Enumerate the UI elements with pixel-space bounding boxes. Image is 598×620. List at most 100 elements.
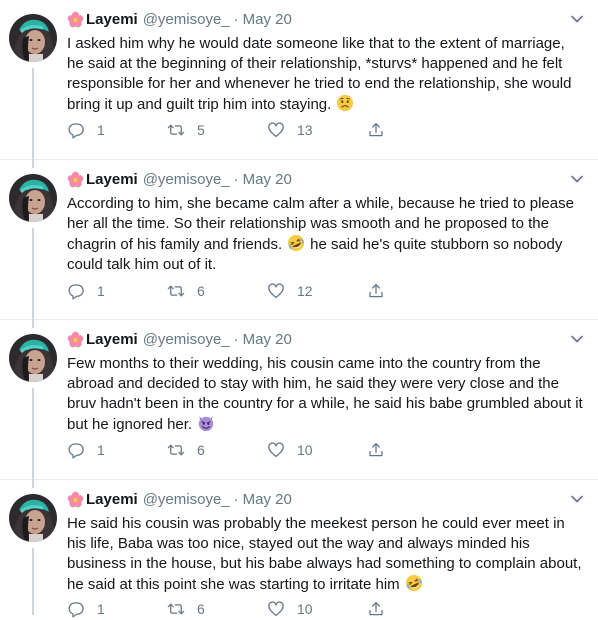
user-handle[interactable]: @yemisoye_ bbox=[143, 11, 230, 28]
tweet[interactable]: Layemi @yemisoye_ · May 20 Few months to… bbox=[0, 320, 598, 480]
display-name[interactable]: Layemi bbox=[86, 491, 138, 508]
hibiscus-icon bbox=[67, 331, 84, 348]
tweet-text-body: He said his cousin was probably the meek… bbox=[67, 515, 582, 593]
reply-button[interactable]: 1 bbox=[67, 600, 167, 618]
tweet-header: Layemi @yemisoye_ · May 20 bbox=[67, 168, 584, 190]
retweet-icon bbox=[167, 121, 185, 139]
share-button[interactable] bbox=[367, 441, 467, 459]
hibiscus-icon bbox=[67, 171, 84, 188]
chevron-down-icon[interactable] bbox=[570, 12, 584, 26]
tweet-date[interactable]: May 20 bbox=[243, 491, 292, 508]
tweet-actions: 1 6 12 bbox=[67, 280, 584, 302]
display-name[interactable]: Layemi bbox=[86, 331, 138, 348]
retweet-count: 6 bbox=[197, 283, 205, 299]
reply-icon bbox=[67, 600, 85, 618]
tweet-date[interactable]: May 20 bbox=[243, 11, 292, 28]
thread-connector bbox=[32, 228, 34, 320]
thread-connector bbox=[32, 68, 34, 160]
display-name[interactable]: Layemi bbox=[86, 171, 138, 188]
like-button[interactable]: 10 bbox=[267, 441, 367, 459]
share-button[interactable] bbox=[367, 282, 467, 300]
reply-count: 1 bbox=[97, 442, 105, 458]
share-icon bbox=[367, 600, 385, 618]
smiling-devil-icon bbox=[197, 414, 215, 432]
avatar[interactable] bbox=[9, 334, 57, 382]
reply-icon bbox=[67, 282, 85, 300]
retweet-button[interactable]: 5 bbox=[167, 121, 267, 139]
thread-connector bbox=[32, 388, 34, 480]
like-button[interactable]: 10 bbox=[267, 600, 367, 618]
tweet-text: He said his cousin was probably the meek… bbox=[67, 514, 584, 595]
heart-icon bbox=[267, 600, 285, 618]
tweet-actions: 1 5 13 bbox=[67, 119, 584, 141]
share-button[interactable] bbox=[367, 600, 467, 618]
like-count: 12 bbox=[297, 283, 313, 299]
chevron-down-icon[interactable] bbox=[570, 332, 584, 346]
retweet-count: 5 bbox=[197, 122, 205, 138]
reply-icon bbox=[67, 441, 85, 459]
chevron-down-icon[interactable] bbox=[570, 172, 584, 186]
tweet-text: Few months to their wedding, his cousin … bbox=[67, 354, 584, 435]
separator-dot: · bbox=[233, 170, 239, 188]
heart-icon bbox=[267, 121, 285, 139]
tweet-date[interactable]: May 20 bbox=[243, 331, 292, 348]
like-count: 10 bbox=[297, 442, 313, 458]
tweet-text-body: I asked him why he would date someone li… bbox=[67, 35, 572, 113]
avatar[interactable] bbox=[9, 14, 57, 62]
tweet-header: Layemi @yemisoye_ · May 20 bbox=[67, 488, 584, 510]
hibiscus-icon bbox=[67, 491, 84, 508]
thread-connector bbox=[32, 548, 34, 615]
like-button[interactable]: 12 bbox=[267, 282, 367, 300]
like-count: 13 bbox=[297, 122, 313, 138]
separator-dot: · bbox=[233, 330, 239, 348]
tweet-header: Layemi @yemisoye_ · May 20 bbox=[67, 328, 584, 350]
rofl-face-icon bbox=[287, 234, 305, 252]
reply-button[interactable]: 1 bbox=[67, 121, 167, 139]
tweet-text: According to him, she became calm after … bbox=[67, 194, 584, 275]
retweet-icon bbox=[167, 441, 185, 459]
rofl-face-icon bbox=[405, 574, 423, 592]
user-handle[interactable]: @yemisoye_ bbox=[143, 171, 230, 188]
tweet-header: Layemi @yemisoye_ · May 20 bbox=[67, 8, 584, 30]
reply-button[interactable]: 1 bbox=[67, 441, 167, 459]
retweet-icon bbox=[167, 600, 185, 618]
separator-dot: · bbox=[233, 490, 239, 508]
thread-connector bbox=[32, 160, 34, 168]
share-icon bbox=[367, 441, 385, 459]
avatar[interactable] bbox=[9, 494, 57, 542]
user-handle[interactable]: @yemisoye_ bbox=[143, 331, 230, 348]
tweet[interactable]: Layemi @yemisoye_ · May 20 I asked him w… bbox=[0, 0, 598, 160]
retweet-icon bbox=[167, 282, 185, 300]
user-handle[interactable]: @yemisoye_ bbox=[143, 491, 230, 508]
like-button[interactable]: 13 bbox=[267, 121, 367, 139]
display-name[interactable]: Layemi bbox=[86, 11, 138, 28]
share-icon bbox=[367, 282, 385, 300]
thread-connector bbox=[32, 480, 34, 488]
reply-button[interactable]: 1 bbox=[67, 282, 167, 300]
tweet[interactable]: Layemi @yemisoye_ · May 20 According to … bbox=[0, 160, 598, 320]
chevron-down-icon[interactable] bbox=[570, 492, 584, 506]
retweet-button[interactable]: 6 bbox=[167, 282, 267, 300]
tweet-actions: 1 6 10 bbox=[67, 598, 584, 620]
worried-face-icon bbox=[336, 94, 354, 112]
tweet-text: I asked him why he would date someone li… bbox=[67, 34, 584, 115]
reply-count: 1 bbox=[97, 122, 105, 138]
tweet-date[interactable]: May 20 bbox=[243, 171, 292, 188]
tweet[interactable]: Layemi @yemisoye_ · May 20 He said his c… bbox=[0, 480, 598, 615]
reply-count: 1 bbox=[97, 283, 105, 299]
tweet-actions: 1 6 10 bbox=[67, 439, 584, 461]
tweet-text-body: Few months to their wedding, his cousin … bbox=[67, 355, 583, 433]
heart-icon bbox=[267, 441, 285, 459]
tweet-thread: Layemi @yemisoye_ · May 20 I asked him w… bbox=[0, 0, 598, 615]
retweet-button[interactable]: 6 bbox=[167, 441, 267, 459]
heart-icon bbox=[267, 282, 285, 300]
retweet-count: 6 bbox=[197, 442, 205, 458]
reply-icon bbox=[67, 121, 85, 139]
retweet-button[interactable]: 6 bbox=[167, 600, 267, 618]
hibiscus-icon bbox=[67, 11, 84, 28]
share-icon bbox=[367, 121, 385, 139]
separator-dot: · bbox=[233, 10, 239, 28]
avatar[interactable] bbox=[9, 174, 57, 222]
share-button[interactable] bbox=[367, 121, 467, 139]
thread-connector bbox=[32, 320, 34, 328]
